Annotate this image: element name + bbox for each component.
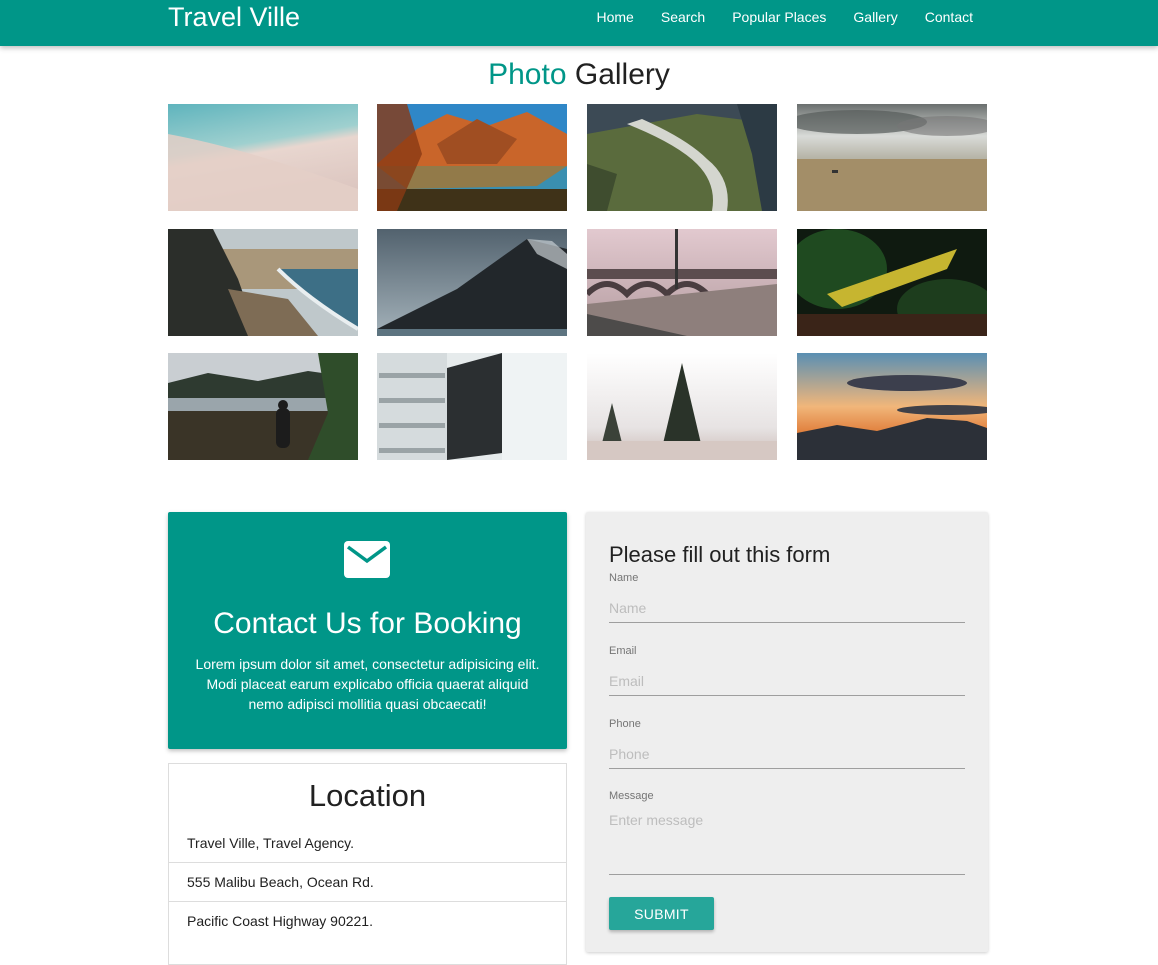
location-title: Location <box>308 778 427 813</box>
message-label: Message <box>609 790 654 802</box>
gallery-photo-river-valley-aerial[interactable] <box>587 104 777 211</box>
nav-link-home[interactable]: Home <box>597 9 634 25</box>
email-label: Email <box>609 645 637 657</box>
gallery-photo-building-facade[interactable] <box>377 353 567 460</box>
location-item: 555 Malibu Beach, Ocean Rd. <box>169 862 566 901</box>
gallery-photo-forest-shore-hiker[interactable] <box>168 353 358 460</box>
gallery-photo-sunset-mountains[interactable] <box>797 353 987 460</box>
contact-booking-card: Contact Us for Booking Lorem ipsum dolor… <box>168 512 567 749</box>
contact-heading: Contact Us for Booking <box>213 607 522 640</box>
gallery-photo-yellow-boat-forest[interactable] <box>797 229 987 336</box>
nav-link-popular-places[interactable]: Popular Places <box>732 9 826 25</box>
form-title: Please fill out this form <box>609 542 831 567</box>
name-label: Name <box>609 572 639 584</box>
nav-link-gallery[interactable]: Gallery <box>853 9 897 25</box>
location-card: Location Travel Ville, Travel Agency. 55… <box>168 763 567 965</box>
gallery-photo-cloudy-plains[interactable] <box>797 104 987 211</box>
name-field[interactable] <box>609 594 965 623</box>
brand-logo[interactable]: Travel Ville <box>168 2 300 32</box>
gallery-photo-dark-mountain-slope[interactable] <box>377 229 567 336</box>
gallery-photo-beach-shore[interactable] <box>168 104 358 211</box>
mail-icon <box>344 541 390 578</box>
nav-link-contact[interactable]: Contact <box>925 9 973 25</box>
email-field[interactable] <box>609 667 965 696</box>
gallery-title-rest: Gallery <box>574 58 670 91</box>
gallery-photo-autumn-mountain-lake[interactable] <box>377 104 567 211</box>
navbar: Travel Ville Home Search Popular Places … <box>0 0 1158 46</box>
phone-label: Phone <box>609 718 641 730</box>
message-field[interactable] <box>609 812 965 875</box>
submit-button[interactable]: SUBMIT <box>609 897 714 930</box>
nav-links: Home Search Popular Places Gallery Conta… <box>570 0 974 34</box>
location-item: Pacific Coast Highway 90221. <box>169 901 566 940</box>
phone-field[interactable] <box>609 740 965 769</box>
contact-description: Lorem ipsum dolor sit amet, consectetur … <box>195 656 540 712</box>
location-item: Travel Ville, Travel Agency. <box>187 835 355 851</box>
gallery-title: Photo Gallery <box>0 57 1158 93</box>
gallery-photo-snowy-pine-trees[interactable] <box>587 353 777 460</box>
booking-form: Please fill out this form Name Email Pho… <box>586 512 988 952</box>
gallery-photo-coastal-cliff-beach[interactable] <box>168 229 358 336</box>
gallery-title-accent: Photo <box>488 58 567 91</box>
nav-link-search[interactable]: Search <box>661 9 705 25</box>
gallery-photo-bridge-power-lines[interactable] <box>587 229 777 336</box>
